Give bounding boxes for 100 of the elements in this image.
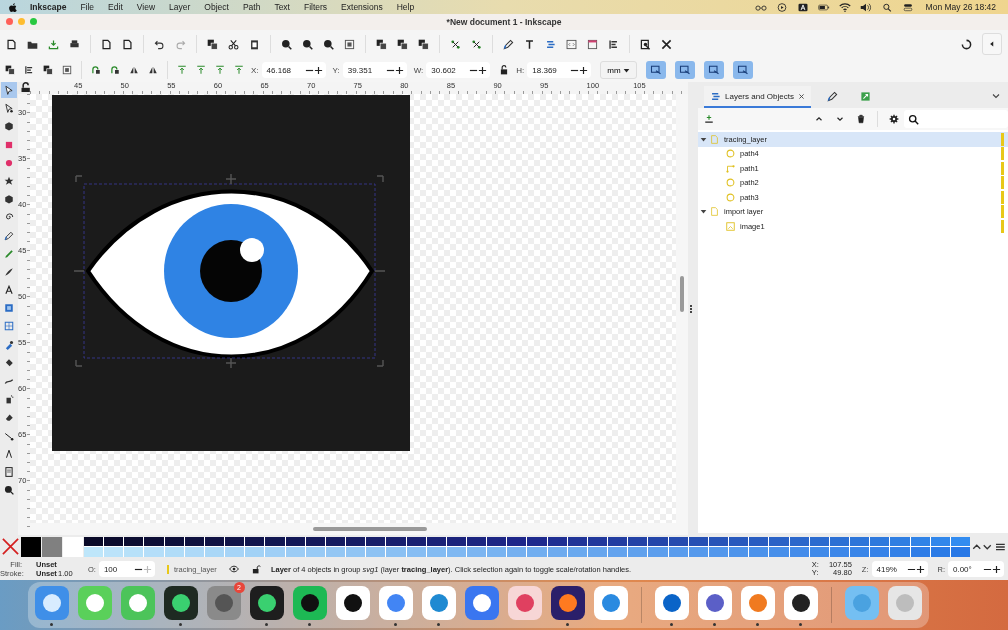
number-field[interactable]: 18.369: [527, 62, 592, 78]
bounding-box-icon[interactable]: [62, 65, 72, 75]
xml-editor-icon[interactable]: [566, 38, 577, 50]
rotate-cw-icon[interactable]: [110, 65, 120, 75]
import-icon[interactable]: [48, 38, 59, 50]
search-field[interactable]: [904, 110, 1008, 128]
text-font-icon[interactable]: [524, 38, 535, 50]
tweak-icon[interactable]: [4, 376, 14, 386]
eraser-icon[interactable]: [4, 412, 14, 423]
pen-icon[interactable]: [4, 230, 14, 241]
app-icon[interactable]: [162, 584, 199, 621]
canvas[interactable]: [30, 94, 676, 535]
input-source-icon[interactable]: [796, 2, 809, 12]
lock-icon[interactable]: [250, 564, 261, 574]
color-swatch[interactable]: [63, 536, 83, 557]
ungroup-icon[interactable]: [471, 38, 482, 50]
selection-option-icon[interactable]: [703, 61, 724, 79]
app-icon[interactable]: [549, 584, 586, 621]
rectangle-icon[interactable]: [4, 139, 14, 150]
number-field[interactable]: 46.168: [261, 62, 326, 78]
menu-item[interactable]: Object: [204, 2, 229, 12]
undo-icon[interactable]: [154, 38, 165, 50]
trash-icon[interactable]: [856, 114, 866, 124]
control-center-icon[interactable]: [901, 2, 914, 12]
play-icon[interactable]: [775, 2, 788, 12]
spray-icon[interactable]: [4, 394, 14, 405]
zoom-tool-icon[interactable]: [4, 485, 14, 496]
cube-icon[interactable]: [4, 194, 14, 205]
stepper-icon[interactable]: [385, 65, 404, 75]
panel-tab[interactable]: Layers and Objects: [704, 86, 811, 108]
menu-item[interactable]: Layer: [169, 2, 191, 12]
menu-item[interactable]: Text: [274, 2, 290, 12]
wifi-icon[interactable]: [838, 2, 851, 12]
stepper-icon[interactable]: [906, 564, 925, 574]
document-icon[interactable]: [6, 38, 17, 50]
zoom-field[interactable]: 419%: [871, 561, 928, 577]
eye-icon[interactable]: [228, 564, 239, 574]
raise-icon[interactable]: [196, 65, 206, 75]
star-icon[interactable]: [4, 175, 14, 186]
menu-item[interactable]: Help: [396, 2, 415, 12]
no-paint-icon[interactable]: [1, 537, 20, 556]
zoom-drawing-icon[interactable]: [302, 38, 313, 50]
calligraphy-icon[interactable]: [4, 266, 14, 277]
app-icon[interactable]: [334, 584, 371, 621]
color-swatch[interactable]: [42, 536, 62, 557]
unit-dropdown[interactable]: mm: [600, 61, 637, 79]
zoom-page-icon[interactable]: [323, 38, 334, 50]
number-field[interactable]: 30.602: [426, 62, 491, 78]
color-swatch[interactable]: [21, 536, 41, 557]
add-layer-icon[interactable]: [704, 114, 714, 124]
selection-option-icon[interactable]: [674, 61, 695, 79]
menu-item[interactable]: File: [80, 2, 95, 12]
glasses-icon[interactable]: [754, 2, 767, 12]
app-icon[interactable]: [291, 584, 328, 621]
scrollbar-thumb[interactable]: [313, 527, 427, 531]
close-icon[interactable]: [797, 92, 805, 100]
menu-item[interactable]: Filters: [303, 2, 328, 12]
menubar-clock[interactable]: Mon May 26 18:42: [925, 2, 996, 12]
selection-box[interactable]: [73, 173, 386, 369]
stepper-icon[interactable]: [133, 564, 152, 574]
apple-icon[interactable]: [8, 2, 18, 12]
raise-top-icon[interactable]: [177, 65, 187, 75]
box-tool-icon[interactable]: [4, 121, 14, 132]
select-all-layers-icon[interactable]: [24, 65, 34, 75]
selection-option-icon[interactable]: [732, 61, 753, 79]
lock-icon[interactable]: [499, 65, 510, 75]
opacity-field[interactable]: 100: [98, 561, 155, 577]
volume-icon[interactable]: [859, 2, 872, 12]
stepper-icon[interactable]: [304, 65, 323, 75]
node-tool-icon[interactable]: [4, 103, 14, 114]
page-tool-icon[interactable]: [4, 466, 14, 477]
preferences-icon[interactable]: [661, 38, 672, 50]
menu-item[interactable]: View: [136, 2, 156, 12]
mesh-icon[interactable]: [4, 321, 14, 332]
duplicate-icon[interactable]: [376, 38, 387, 50]
eye-drawing[interactable]: [86, 189, 374, 359]
clone-icon[interactable]: [397, 38, 408, 50]
gradient-icon[interactable]: [4, 303, 14, 314]
measure-icon[interactable]: [4, 448, 14, 459]
group-icon[interactable]: [450, 38, 461, 50]
document-page[interactable]: [52, 95, 410, 451]
copy-icon[interactable]: [207, 38, 218, 50]
spinner-icon[interactable]: [961, 38, 972, 50]
zoom-icon[interactable]: [281, 38, 292, 50]
search-icon[interactable]: [880, 2, 893, 12]
stepper-icon[interactable]: [469, 65, 488, 75]
menu-item[interactable]: Edit: [108, 2, 123, 12]
dropper-icon[interactable]: [4, 339, 14, 350]
printer-icon[interactable]: [69, 38, 80, 50]
select-all-icon[interactable]: [5, 65, 15, 75]
close-button[interactable]: [6, 18, 13, 25]
palette-drawing[interactable]: [84, 536, 970, 557]
document-properties-icon[interactable]: [587, 38, 598, 50]
expander-icon[interactable]: [700, 135, 707, 143]
cut-icon[interactable]: [228, 38, 239, 50]
number-field[interactable]: 39.351: [342, 62, 407, 78]
rotate-ccw-icon[interactable]: [91, 65, 101, 75]
fill-stroke-icon[interactable]: [503, 38, 514, 50]
fit-frame-icon[interactable]: [344, 38, 355, 50]
menu-item[interactable]: Extensions: [341, 2, 383, 12]
